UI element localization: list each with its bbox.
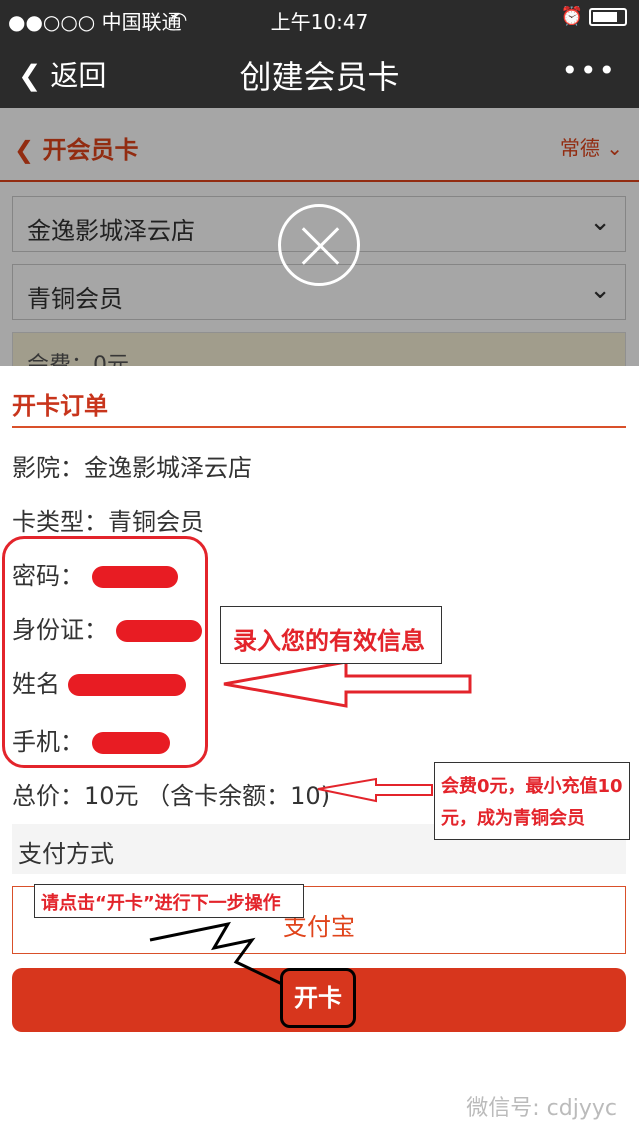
annotation-highlight-box: [2, 536, 208, 768]
order-title: 开卡订单: [12, 392, 108, 420]
battery-icon: [589, 8, 627, 26]
card-type-row: 卡类型：青铜会员: [12, 508, 204, 536]
nav-bar: ❮ 返回 创建会员卡 •••: [0, 36, 639, 108]
total-row: 总价：10元 （含卡余额：10): [12, 782, 331, 810]
status-bar: ●●○○○ 中国联通 ◠ 上午10:47 ⏰: [0, 0, 639, 36]
cinema-row: 影院：金逸影城泽云店: [12, 454, 252, 482]
divider: [12, 426, 626, 428]
click-callout: 请点击“开卡”进行下一步操作: [34, 884, 304, 918]
more-button[interactable]: •••: [561, 54, 617, 87]
close-icon[interactable]: [278, 204, 360, 286]
open-card-button[interactable]: 开卡: [12, 968, 626, 1032]
open-card-label: 开卡: [280, 968, 356, 1028]
alarm-icon: ⏰: [560, 6, 584, 27]
page-title: 创建会员卡: [239, 58, 400, 96]
info-callout: 录入您的有效信息: [220, 606, 442, 664]
status-time: 上午10:47: [270, 10, 369, 34]
fee-callout: 会费0元，最小充值10 元，成为青铜会员: [434, 762, 630, 840]
watermark: 微信号: cdjyyc: [466, 1096, 617, 1121]
